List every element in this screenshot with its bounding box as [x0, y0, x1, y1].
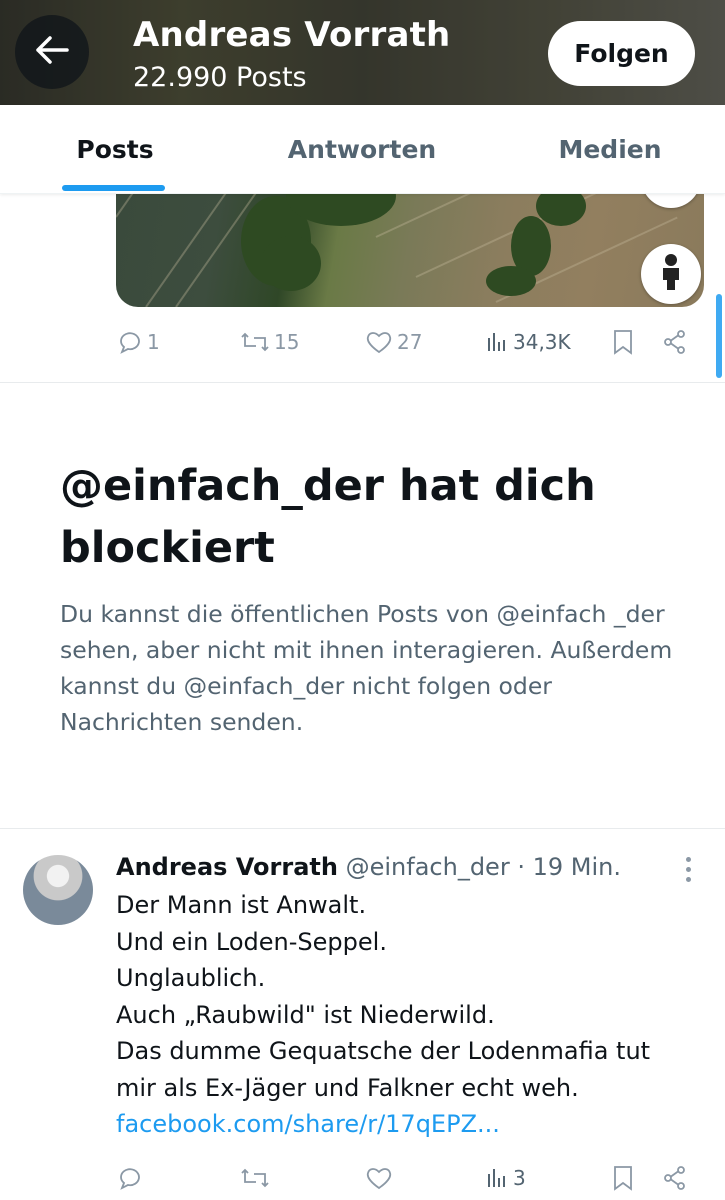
dot-icon [685, 866, 691, 872]
author-name[interactable]: Andreas Vorrath [116, 853, 338, 881]
view-count: 3 [513, 1166, 526, 1190]
tweet-line: mir als Ex-Jäger und Falkner echt weh. [116, 1073, 579, 1102]
views-button[interactable]: 34,3K [485, 322, 571, 362]
tweet-line: Der Mann ist Anwalt. [116, 891, 367, 919]
reply-button[interactable]: 1 [117, 322, 160, 362]
post-count: 22.990 Posts [133, 62, 307, 93]
dot-icon [685, 876, 691, 882]
follow-button[interactable]: Folgen [548, 21, 695, 86]
tweet-time: · 19 Min. [517, 853, 621, 881]
profile-name: Andreas Vorrath [133, 15, 451, 55]
bar-chart-icon [485, 330, 509, 354]
views-button[interactable]: 3 [485, 1158, 526, 1198]
tweet-link[interactable]: facebook.com/share/r/17qEPZ... [116, 1110, 500, 1138]
tweet-text: Der Mann ist Anwalt. Und ein Loden-Seppe… [116, 887, 706, 1143]
share-button[interactable] [662, 322, 688, 362]
tab-posts[interactable]: Posts [40, 105, 190, 193]
profile-tabs: Posts Antworten Medien [0, 105, 725, 194]
previous-post-actions: 1 15 27 34,3K [0, 322, 725, 362]
tweet-line: Auch „Raubwild" ist Niederwild. [116, 1000, 495, 1029]
author-handle[interactable]: @einfach_der [346, 853, 510, 881]
divider [0, 382, 725, 383]
tweet-line: Und ein Loden-Seppel. [116, 927, 387, 956]
avatar[interactable] [23, 855, 93, 925]
reply-count: 1 [147, 330, 160, 354]
repost-icon [240, 1165, 270, 1191]
dot-icon [685, 856, 691, 862]
bookmark-icon [611, 328, 635, 356]
profile-header: Andreas Vorrath 22.990 Posts Folgen [0, 0, 725, 105]
heart-icon [365, 329, 393, 355]
like-button[interactable] [365, 1158, 397, 1198]
tab-media[interactable]: Medien [530, 105, 690, 193]
tweet-actions: 3 [0, 1158, 725, 1198]
repost-button[interactable] [240, 1158, 274, 1198]
tab-replies[interactable]: Antworten [272, 105, 452, 193]
heart-icon [365, 1165, 393, 1191]
share-icon [662, 1165, 688, 1191]
share-button[interactable] [662, 1158, 688, 1198]
divider [0, 828, 725, 829]
scrollbar[interactable] [716, 294, 722, 378]
back-button[interactable] [15, 15, 89, 89]
blocked-title: @einfach_der hat dich blockiert [60, 461, 596, 573]
tweet-line: Unglaublich. [116, 964, 266, 992]
reply-icon [117, 1165, 143, 1191]
bookmark-icon [611, 1164, 635, 1192]
bookmark-button[interactable] [611, 322, 635, 362]
reply-button[interactable] [117, 1158, 147, 1198]
bookmark-button[interactable] [611, 1158, 635, 1198]
repost-button[interactable]: 15 [240, 322, 299, 362]
tweet-header: Andreas Vorrath @einfach_der · 19 Min. [116, 850, 621, 884]
reply-icon [117, 329, 143, 355]
street-view-button[interactable] [641, 244, 701, 304]
arrow-left-icon [35, 35, 69, 69]
street-view-person-icon [659, 253, 683, 295]
like-button[interactable]: 27 [365, 322, 422, 362]
tweet-line: Das dumme Gequatsche der Lodenmafia tut [116, 1037, 651, 1065]
bar-chart-icon [485, 1166, 509, 1190]
share-icon [662, 329, 688, 355]
active-tab-indicator [62, 185, 165, 191]
blocked-description: Du kannst die öffentlichen Posts von @ei… [60, 600, 673, 736]
more-options-button[interactable] [676, 852, 700, 886]
repost-count: 15 [274, 330, 300, 354]
repost-icon [240, 329, 270, 355]
post-media-image[interactable] [116, 176, 704, 307]
view-count: 34,3K [513, 330, 571, 354]
like-count: 27 [397, 330, 423, 354]
